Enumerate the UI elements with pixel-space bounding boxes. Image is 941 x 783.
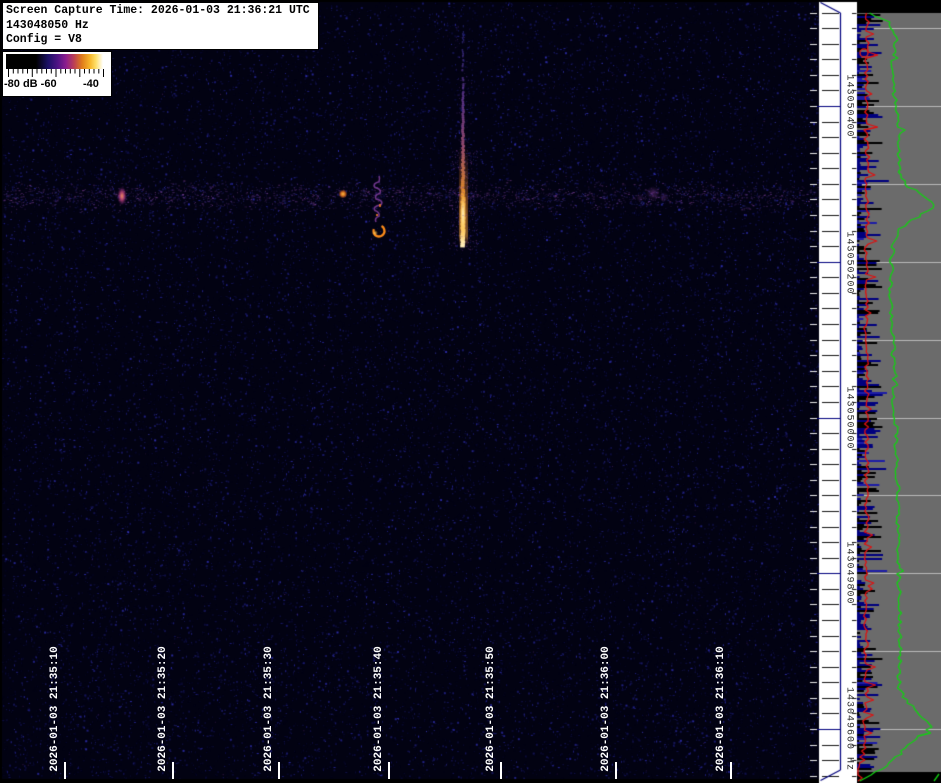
time-tick xyxy=(615,762,617,779)
color-scale-ticks xyxy=(6,69,106,78)
freq-label: 143049600 Hz xyxy=(844,687,855,771)
color-scale-legend: -80 dB -60 -40 xyxy=(2,51,112,97)
time-tick xyxy=(730,762,732,779)
time-label: 2026-01-03 21:36:00 xyxy=(600,646,612,771)
spectrum-lab-window: Screen Capture Time: 2026-01-03 21:36:21… xyxy=(0,0,941,783)
time-tick xyxy=(172,762,174,779)
time-tick xyxy=(500,762,502,779)
freq-label: 143050400 xyxy=(844,74,855,137)
time-tick xyxy=(388,762,390,779)
freq-label: 143050000 xyxy=(844,386,855,449)
freq-label: 143050200 xyxy=(844,231,855,294)
color-scale-gradient xyxy=(6,54,106,69)
time-label: 2026-01-03 21:35:20 xyxy=(157,646,169,771)
time-label: 2026-01-03 21:35:50 xyxy=(485,646,497,771)
time-label: 2026-01-03 21:36:10 xyxy=(715,646,727,771)
time-label: 2026-01-03 21:35:10 xyxy=(49,646,61,771)
config-text: Config = V8 xyxy=(6,33,315,48)
color-scale-label-right: -40 xyxy=(83,78,99,90)
capture-info-box: Screen Capture Time: 2026-01-03 21:36:21… xyxy=(2,2,319,50)
capture-time-text: Screen Capture Time: 2026-01-03 21:36:21… xyxy=(6,4,315,19)
time-tick xyxy=(278,762,280,779)
color-scale-label-left: -80 dB -60 xyxy=(4,78,57,90)
capture-frequency-text: 143048050 Hz xyxy=(6,19,315,34)
waterfall-spectrogram-canvas xyxy=(0,0,941,783)
time-label: 2026-01-03 21:35:30 xyxy=(263,646,275,771)
freq-label: 143049800 xyxy=(844,541,855,604)
time-tick xyxy=(64,762,66,779)
time-label: 2026-01-03 21:35:40 xyxy=(373,646,385,771)
